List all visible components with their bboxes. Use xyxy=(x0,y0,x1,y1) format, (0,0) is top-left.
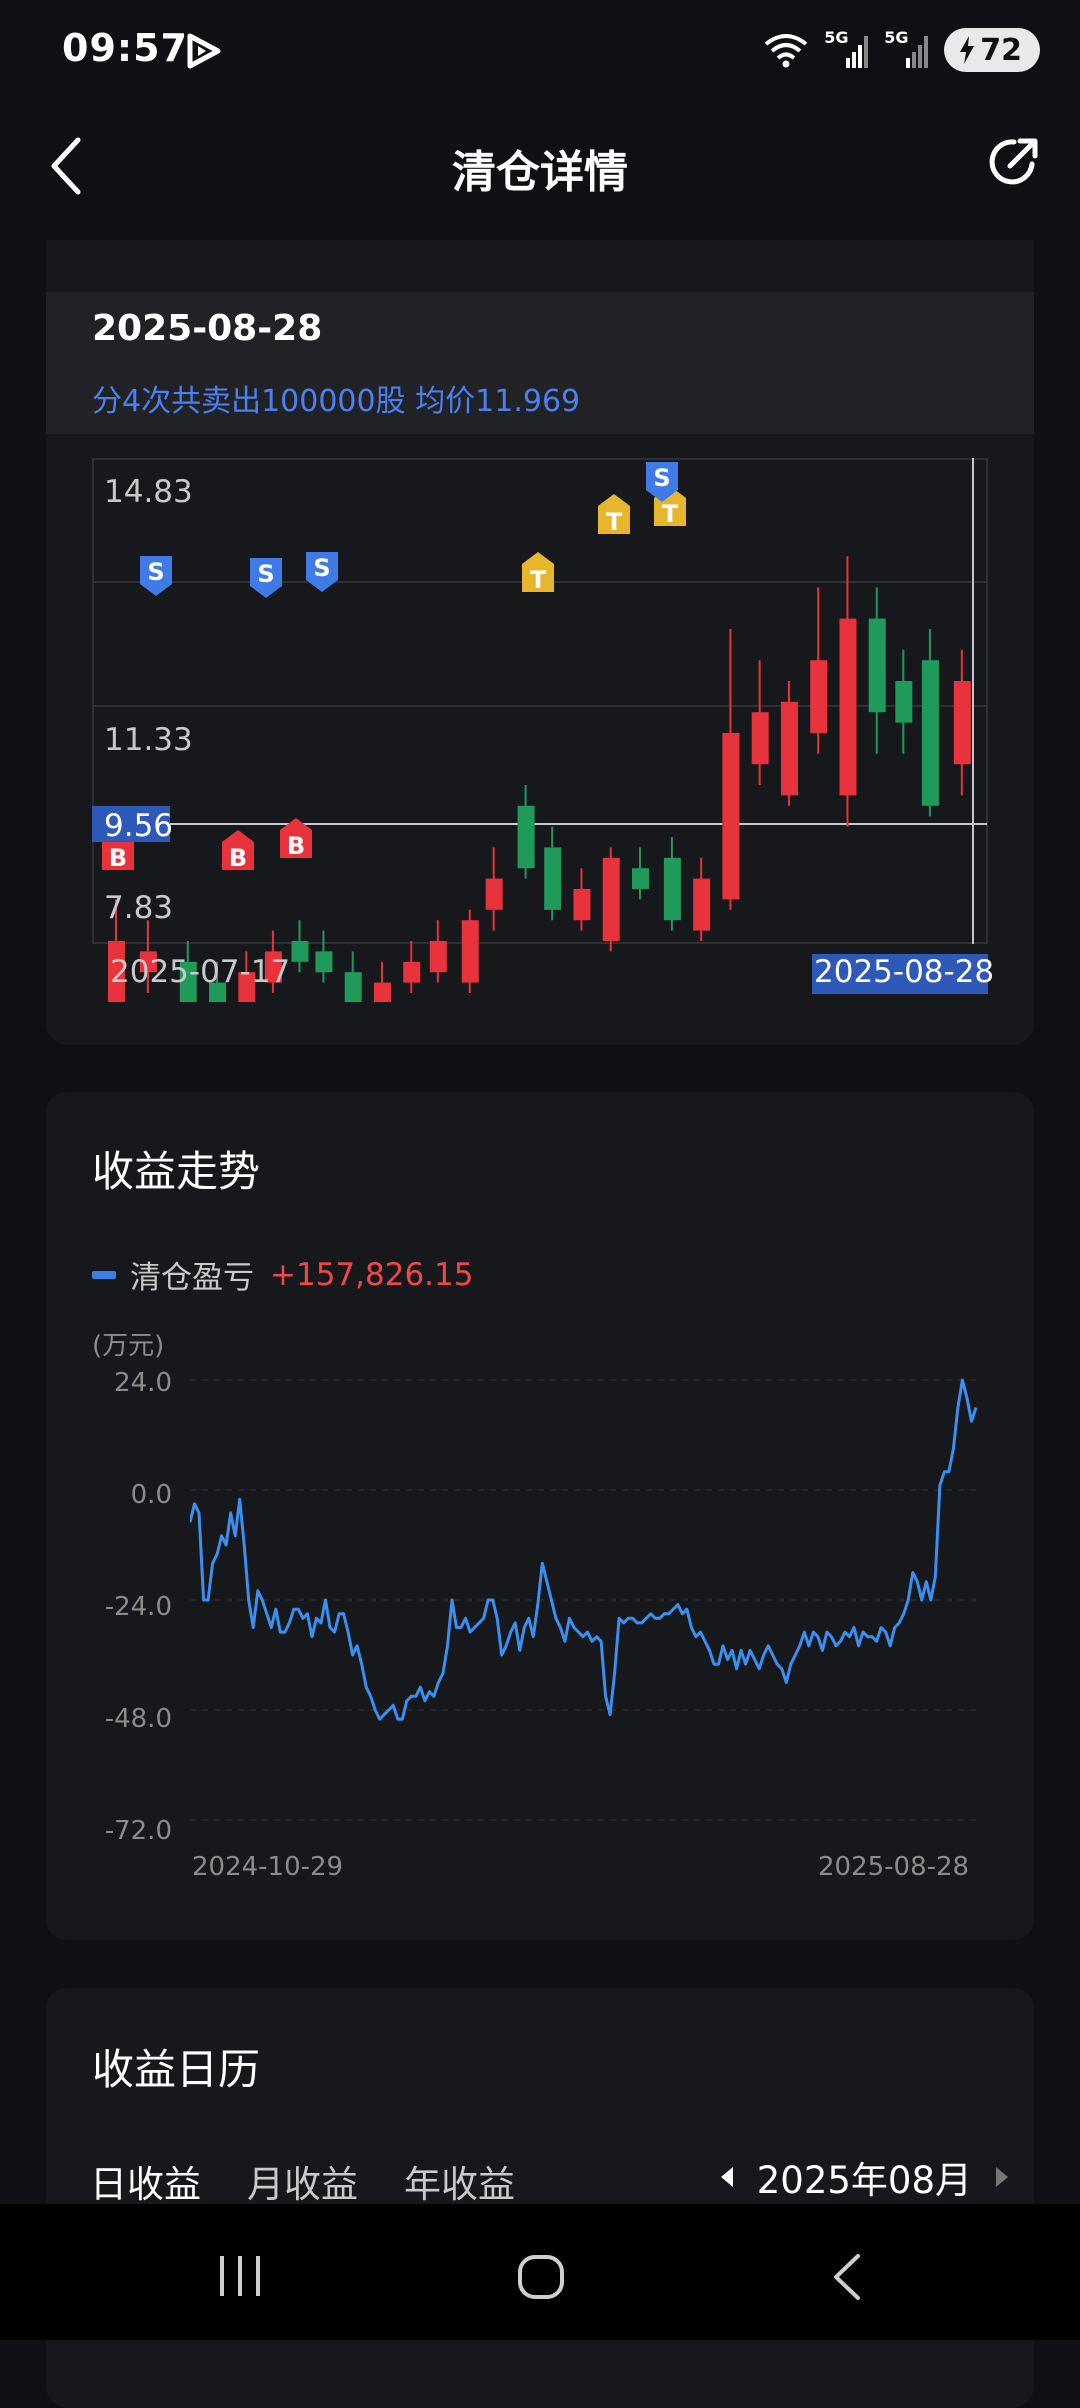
charging-icon xyxy=(960,36,975,64)
trade-marker-label: B xyxy=(287,832,305,860)
network-type-2: 5G xyxy=(884,28,909,47)
y-tick-label: 24.0 xyxy=(114,1368,172,1398)
trade-marker-label: B xyxy=(229,844,247,872)
home-icon[interactable] xyxy=(516,2254,566,2300)
trade-marker-label: B xyxy=(109,844,127,872)
trade-marker-sell: S xyxy=(250,558,282,598)
candle-body xyxy=(751,712,769,765)
system-nav-bar xyxy=(0,2204,1080,2340)
candle-body xyxy=(461,920,479,983)
candle-body xyxy=(631,868,649,889)
next-month-icon[interactable] xyxy=(994,2165,1010,2189)
kline-chart[interactable]: BBBSSSTTTSS 9.56 14.83 11.33 7.83 2025-0… xyxy=(92,458,994,1002)
y-tick-label: -48.0 xyxy=(104,1704,172,1734)
media-play-icon xyxy=(187,33,221,69)
x-tick-label-end: 2025-08-28 xyxy=(818,1852,970,1882)
candle-body xyxy=(315,951,333,973)
candle-body xyxy=(953,681,971,765)
current-month[interactable]: 2025年08月 xyxy=(757,2150,972,2204)
candle-body xyxy=(291,941,309,962)
recent-apps-icon[interactable] xyxy=(216,2254,266,2298)
candle-body xyxy=(895,681,913,723)
battery-level: 72 xyxy=(980,32,1022,68)
profit-unit: (万元) xyxy=(92,1331,165,1361)
profit-legend: 清仓盈亏 +157,826.15 xyxy=(92,1252,473,1297)
trade-marker-label: S xyxy=(147,558,164,586)
trade-summary[interactable]: 分4次共卖出100000股 均价11.969 xyxy=(92,376,580,420)
legend-label: 清仓盈亏 xyxy=(130,1260,254,1296)
kline-y-label-bottom: 7.83 xyxy=(104,890,173,926)
profit-grid xyxy=(190,1379,976,1821)
candle-body xyxy=(485,878,503,910)
x-tick-label-start: 2024-10-29 xyxy=(192,1852,344,1882)
wifi-icon xyxy=(765,34,808,68)
tab-daily[interactable]: 日收益 xyxy=(90,2154,201,2208)
candle-body xyxy=(722,733,740,900)
trade-marker-label: T xyxy=(606,508,623,536)
candle-body xyxy=(602,857,620,941)
candle-body xyxy=(373,982,391,1002)
candle-body xyxy=(810,660,828,733)
page-header: 清仓详情 xyxy=(0,100,1080,240)
kline-y-label-top: 14.83 xyxy=(104,474,193,510)
tab-monthly[interactable]: 月收益 xyxy=(247,2154,358,2208)
month-selector: 2025年08月 xyxy=(719,2150,1010,2204)
candle-body xyxy=(403,961,421,983)
signal-icon-2: 5G xyxy=(884,28,930,70)
kline-x-label-end: 2025-08-28 xyxy=(814,954,994,990)
candle-body xyxy=(663,857,681,921)
y-tick-label: 0.0 xyxy=(130,1480,172,1510)
prev-month-icon[interactable] xyxy=(719,2165,735,2189)
status-bar: 09:57 5G 5G 72 xyxy=(0,0,1080,100)
legend-swatch xyxy=(92,1270,116,1279)
trade-marker-sell: S xyxy=(306,552,338,592)
candle-body xyxy=(544,847,562,910)
candle-body xyxy=(344,972,362,1002)
candle-body xyxy=(921,660,939,806)
network-type-1: 5G xyxy=(824,28,849,47)
trade-marker-t: T xyxy=(522,552,554,594)
kline-trade-markers: BBBSSSTTTSS xyxy=(102,462,686,872)
trade-date: 2025-08-28 xyxy=(92,308,323,349)
trade-marker-sell: S xyxy=(140,556,172,596)
current-price: 9.56 xyxy=(104,808,173,844)
page-title: 清仓详情 xyxy=(452,147,628,198)
candle-body xyxy=(429,941,447,973)
trade-marker-label: S xyxy=(653,464,670,492)
kline-x-label-start: 2025-07-17 xyxy=(110,954,290,990)
candle-body xyxy=(517,805,535,869)
trade-marker-label: S xyxy=(313,554,330,582)
kline-candles xyxy=(107,556,971,1002)
profit-series-line xyxy=(190,1378,978,1721)
signal-icon-1: 5G xyxy=(824,28,870,70)
battery-indicator: 72 xyxy=(944,28,1040,72)
tab-yearly[interactable]: 年收益 xyxy=(404,2154,515,2208)
profit-trend-title: 收益走势 xyxy=(92,1147,261,1196)
candle-body xyxy=(868,618,886,713)
candle-body xyxy=(573,889,591,921)
trade-marker-t: T xyxy=(598,494,630,536)
share-icon[interactable] xyxy=(986,134,1042,190)
system-back-icon[interactable] xyxy=(826,2252,866,2302)
y-tick-label: -24.0 xyxy=(104,1592,172,1622)
y-tick-label: -72.0 xyxy=(104,1816,172,1846)
trade-marker-label: T xyxy=(530,566,547,594)
trade-marker-label: S xyxy=(257,560,274,588)
candle-body xyxy=(839,618,857,796)
kline-y-label-mid: 11.33 xyxy=(104,722,193,758)
candle-body xyxy=(693,878,711,931)
profit-calendar-title: 收益日历 xyxy=(92,2045,261,2094)
trade-marker-buy: B xyxy=(222,830,254,872)
calendar-tabs: 日收益 月收益 年收益 xyxy=(90,2154,515,2208)
trade-marker-label: T xyxy=(662,500,679,528)
profit-line-chart[interactable] xyxy=(190,1370,990,1840)
candle-body xyxy=(780,701,798,796)
legend-value: +157,826.15 xyxy=(270,1256,474,1293)
status-time: 09:57 xyxy=(62,26,188,70)
